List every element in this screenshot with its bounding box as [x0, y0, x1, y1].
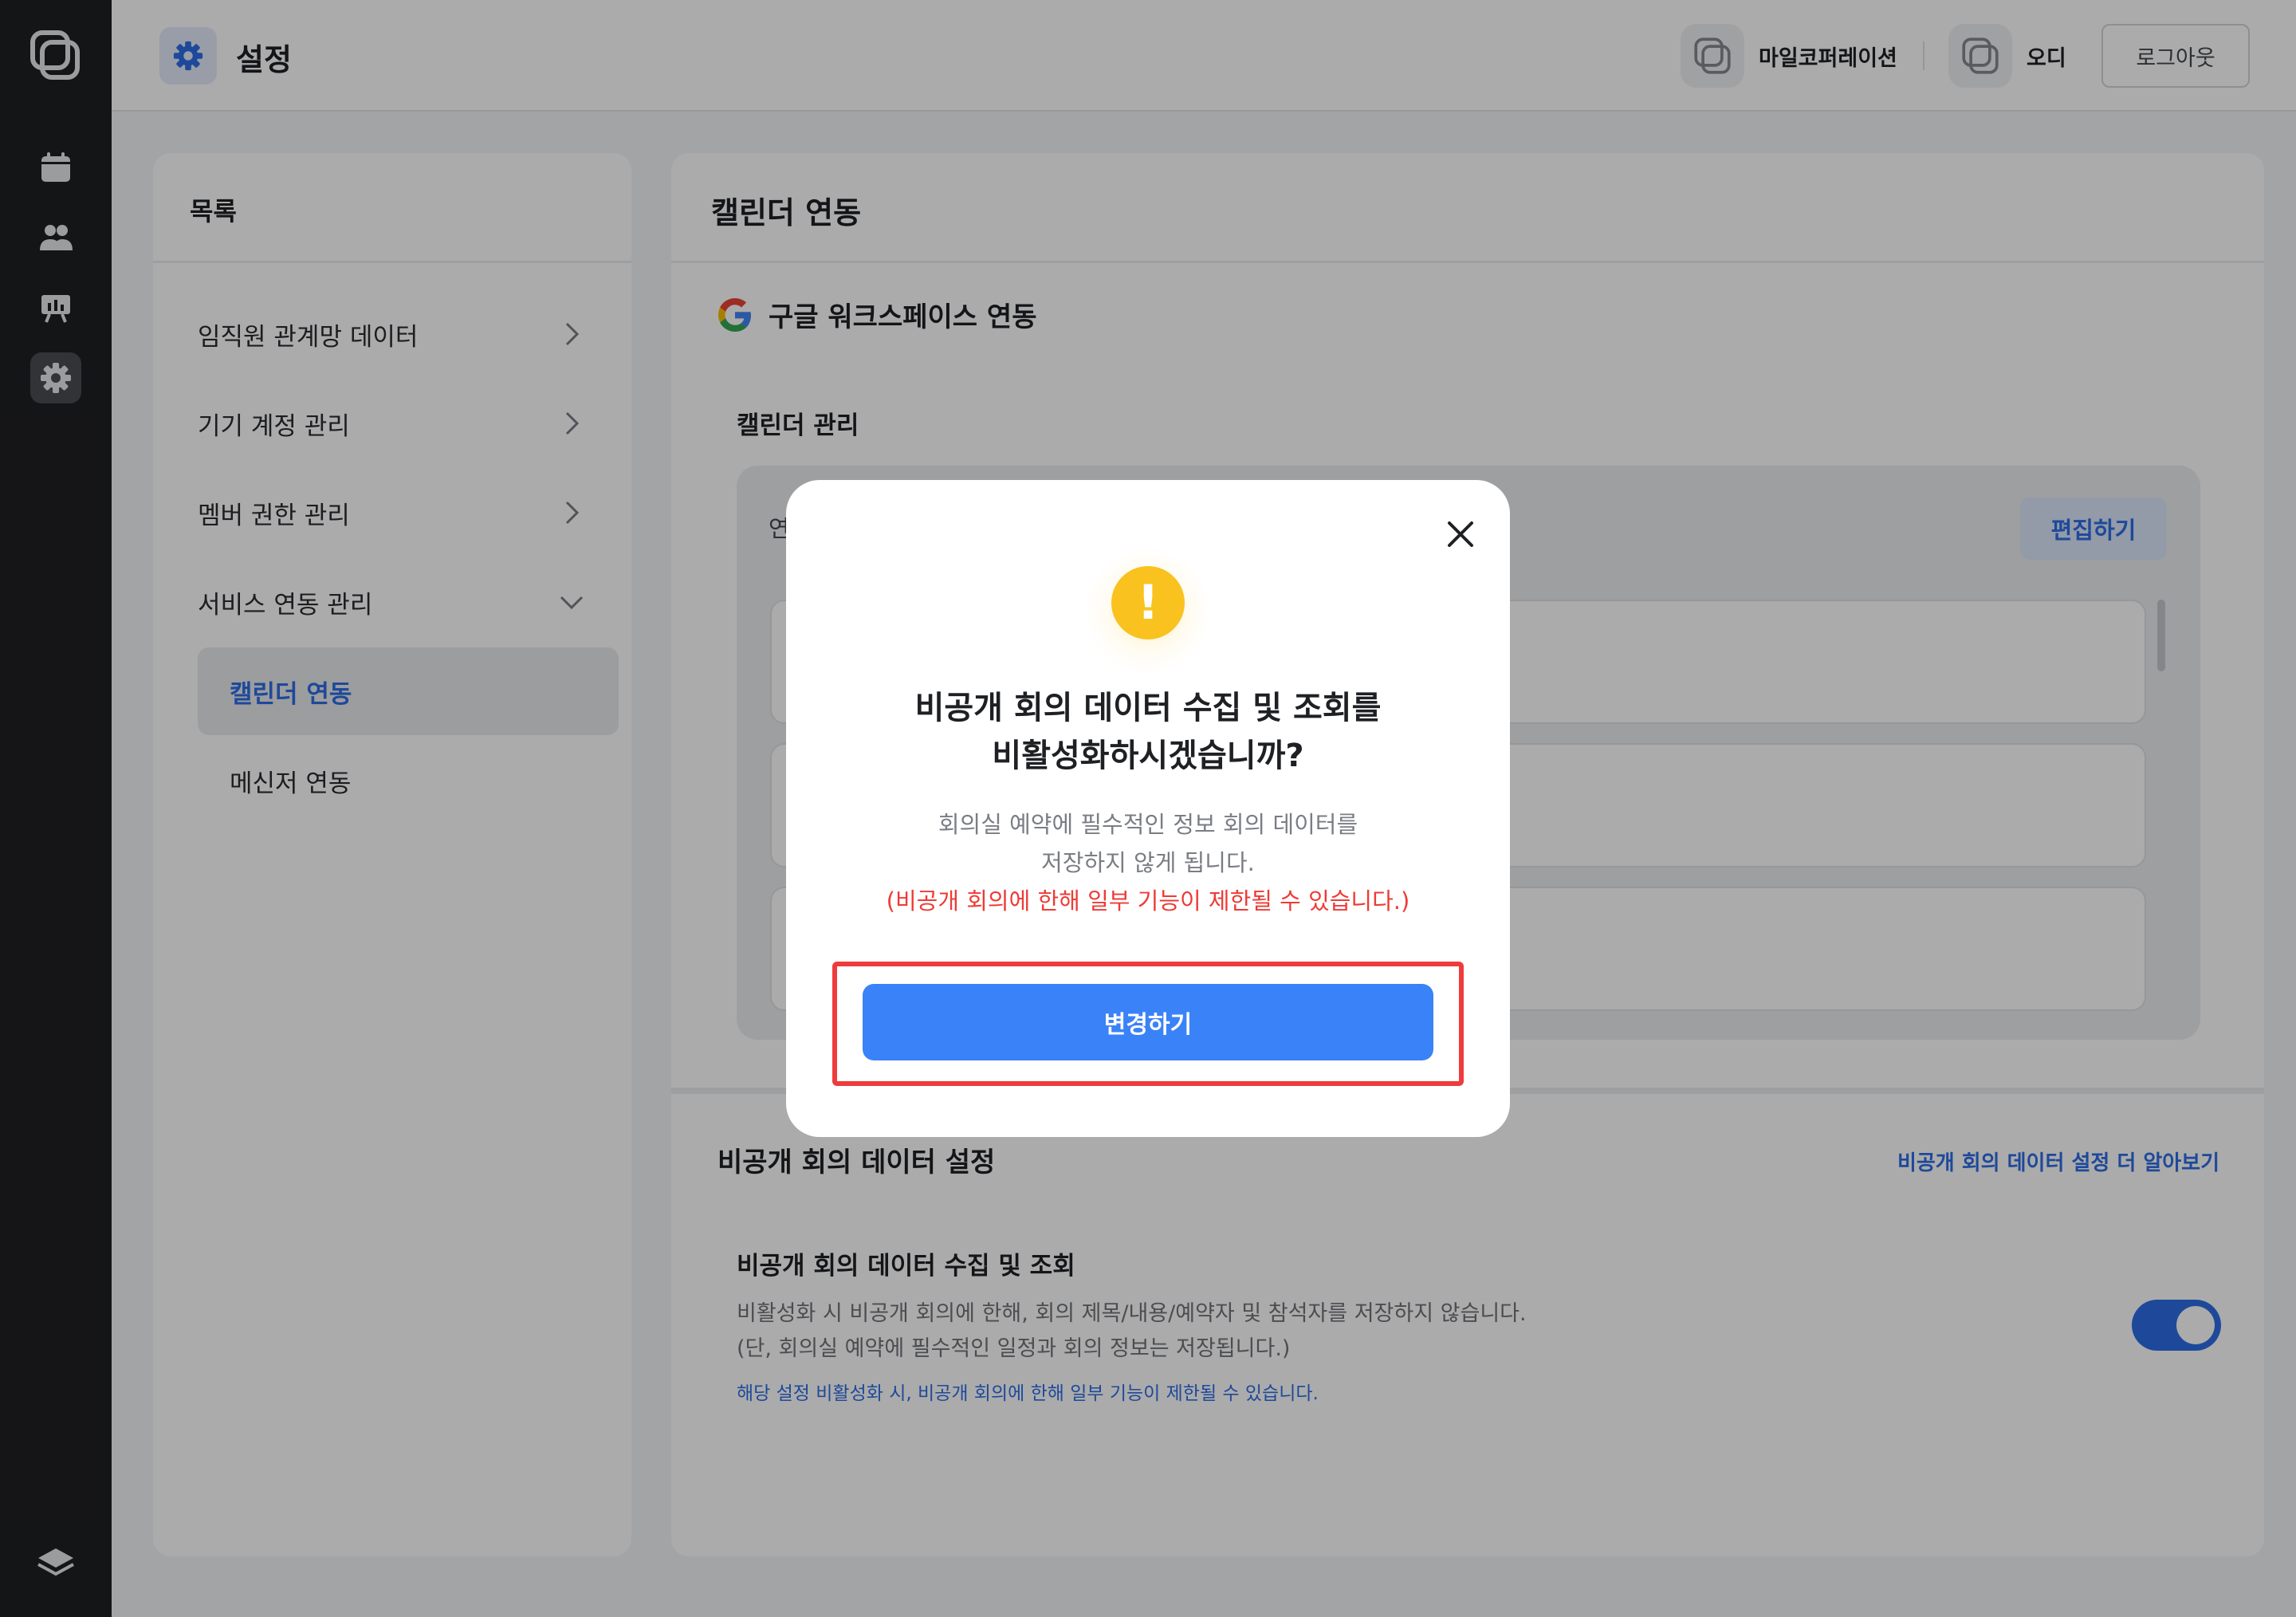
- close-icon[interactable]: [1438, 512, 1483, 557]
- dialog-description: 회의실 예약에 필수적인 정보 회의 데이터를 저장하지 않게 됩니다.: [786, 805, 1510, 882]
- dialog-desc-line: 회의실 예약에 필수적인 정보 회의 데이터를: [938, 811, 1358, 838]
- dialog-desc-line: 저장하지 않게 됩니다.: [1041, 849, 1255, 876]
- confirm-dialog: ! 비공개 회의 데이터 수집 및 조회를 비활성화하시겠습니까? 회의실 예약…: [786, 480, 1510, 1137]
- dialog-title-line: 비공개 회의 데이터 수집 및 조회를: [914, 690, 1382, 726]
- warning-icon: !: [1111, 566, 1185, 639]
- dialog-warning: (비공개 회의에 한해 일부 기능이 제한될 수 있습니다.): [886, 887, 1410, 915]
- confirm-change-button[interactable]: 변경하기: [863, 984, 1433, 1060]
- dialog-title-line: 비활성화하시겠습니까?: [992, 738, 1304, 774]
- dialog-title: 비공개 회의 데이터 수집 및 조회를 비활성화하시겠습니까?: [786, 684, 1510, 780]
